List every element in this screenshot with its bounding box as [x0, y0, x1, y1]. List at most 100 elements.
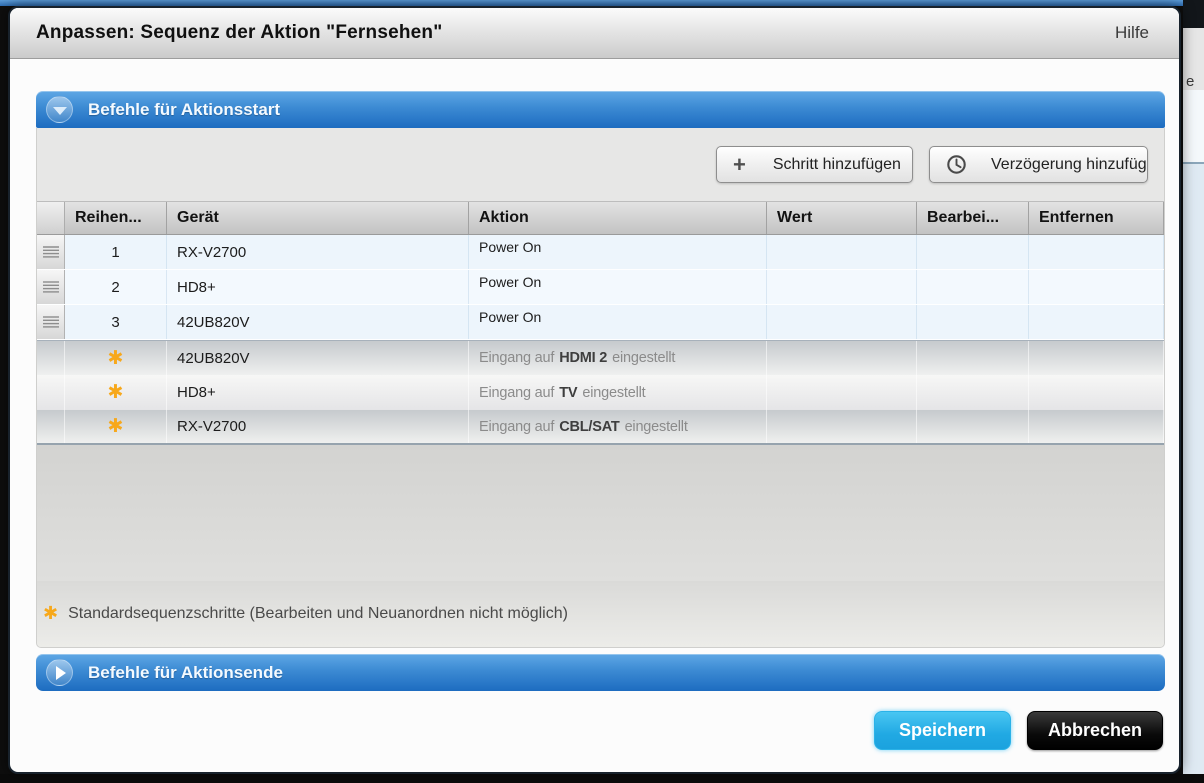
device-cell: 42UB820V [167, 305, 469, 339]
expand-button[interactable] [46, 659, 73, 686]
chevron-down-icon [53, 107, 67, 115]
table-row[interactable]: 1 RX-V2700 Power On [37, 235, 1164, 270]
default-step-star-icon: ✱ [108, 349, 124, 368]
background-page-fragment: e [1183, 0, 1204, 783]
table-row[interactable]: 3 42UB820V Power On [37, 305, 1164, 340]
plus-icon: + [733, 154, 746, 176]
column-header-action: Aktion [469, 202, 767, 234]
action-cell: Power On [469, 270, 767, 304]
remove-cell[interactable] [1029, 270, 1164, 304]
default-step-star-icon: ✱ [108, 383, 124, 402]
dialog-footer: Speichern Abbrechen [36, 711, 1165, 750]
action-cell: Eingang auf TV eingestellt [469, 375, 767, 410]
action-suffix: eingestellt [625, 419, 688, 435]
grip-column-header [37, 202, 65, 234]
sequence-toolbar: + Schritt hinzufügen Verzögerung hinzufü… [37, 128, 1164, 201]
clock-icon [946, 154, 967, 175]
footnote-star-icon: ✱ [43, 605, 58, 623]
dialog-content: Befehle für Aktionsstart + Schritt hinzu… [10, 59, 1179, 772]
action-cell: Eingang auf CBL/SAT eingestellt [469, 410, 767, 443]
action-value: TV [559, 385, 577, 401]
accordion-header-action-end[interactable]: Befehle für Aktionsende [36, 654, 1165, 691]
drag-handle[interactable] [37, 235, 65, 269]
play-right-icon [56, 666, 66, 680]
customize-sequence-dialog: Anpassen: Sequenz der Aktion "Fernsehen"… [8, 6, 1181, 774]
order-cell: ✱ [65, 375, 167, 410]
accordion-header-action-start[interactable]: Befehle für Aktionsstart [36, 91, 1165, 128]
action-prefix: Eingang auf [479, 350, 554, 366]
value-cell [767, 235, 917, 269]
action-cell: Power On [469, 235, 767, 269]
drag-handle[interactable] [37, 305, 65, 339]
grip-cell-empty [37, 375, 65, 410]
device-cell: 42UB820V [167, 341, 469, 375]
cancel-button[interactable]: Abbrechen [1027, 711, 1163, 750]
sequence-table: Reihen... Gerät Aktion Wert Bearbei... E… [37, 201, 1164, 445]
order-cell: ✱ [65, 410, 167, 443]
remove-cell [1029, 375, 1164, 410]
collapse-button[interactable] [46, 96, 73, 123]
device-cell: HD8+ [167, 375, 469, 410]
column-header-order: Reihen... [65, 202, 167, 234]
grip-cell-empty [37, 341, 65, 375]
background-bottom-strip [0, 774, 1204, 783]
value-cell [767, 410, 917, 443]
save-button[interactable]: Speichern [874, 711, 1011, 750]
action-suffix: eingestellt [612, 350, 675, 366]
device-cell: RX-V2700 [167, 410, 469, 443]
table-empty-area [37, 445, 1164, 581]
help-link[interactable]: Hilfe [1115, 23, 1149, 43]
action-prefix: Eingang auf [479, 419, 554, 435]
action-cell: Eingang auf HDMI 2 eingestellt [469, 341, 767, 375]
value-cell [767, 270, 917, 304]
footnote-text: Standardsequenzschritte (Bearbeiten und … [68, 605, 568, 623]
edit-cell [917, 410, 1029, 443]
dialog-titlebar: Anpassen: Sequenz der Aktion "Fernsehen"… [10, 8, 1179, 59]
accordion-title: Befehle für Aktionsstart [88, 100, 280, 120]
sequence-panel: + Schritt hinzufügen Verzögerung hinzufü… [36, 128, 1165, 648]
edit-cell [917, 375, 1029, 410]
default-step-star-icon: ✱ [108, 417, 124, 436]
value-cell [767, 375, 917, 410]
grip-cell-empty [37, 410, 65, 443]
action-cell: Power On [469, 305, 767, 339]
table-row-default-step: ✱ 42UB820V Eingang auf HDMI 2 eingestell… [37, 340, 1164, 375]
action-value: HDMI 2 [559, 350, 607, 366]
value-cell [767, 341, 917, 375]
column-header-edit: Bearbei... [917, 202, 1029, 234]
edit-cell[interactable] [917, 305, 1029, 339]
order-cell: 1 [65, 235, 167, 269]
add-delay-label: Verzögerung hinzufüg [991, 156, 1147, 174]
remove-cell [1029, 410, 1164, 443]
add-step-label: Schritt hinzufügen [773, 156, 901, 174]
order-cell: ✱ [65, 341, 167, 375]
accordion-title: Befehle für Aktionsende [88, 663, 283, 683]
column-header-value: Wert [767, 202, 917, 234]
order-cell: 2 [65, 270, 167, 304]
order-cell: 3 [65, 305, 167, 339]
background-white-segment [1183, 90, 1204, 162]
background-blue-segment [1183, 164, 1204, 783]
background-text: e [1183, 28, 1204, 90]
remove-cell[interactable] [1029, 305, 1164, 339]
edit-cell[interactable] [917, 235, 1029, 269]
add-step-button[interactable]: + Schritt hinzufügen [716, 146, 913, 183]
edit-cell[interactable] [917, 270, 1029, 304]
table-row[interactable]: 2 HD8+ Power On [37, 270, 1164, 305]
add-delay-button[interactable]: Verzögerung hinzufüg [929, 146, 1148, 183]
action-value: CBL/SAT [559, 419, 619, 435]
device-cell: HD8+ [167, 270, 469, 304]
table-row-default-step: ✱ RX-V2700 Eingang auf CBL/SAT eingestel… [37, 410, 1164, 445]
device-cell: RX-V2700 [167, 235, 469, 269]
remove-cell[interactable] [1029, 235, 1164, 269]
column-header-remove: Entfernen [1029, 202, 1164, 234]
background-dark-corner [1183, 0, 1204, 28]
drag-handle[interactable] [37, 270, 65, 304]
page-title: Anpassen: Sequenz der Aktion "Fernsehen" [36, 22, 442, 44]
remove-cell [1029, 341, 1164, 375]
value-cell [767, 305, 917, 339]
table-header-row: Reihen... Gerät Aktion Wert Bearbei... E… [37, 201, 1164, 235]
action-suffix: eingestellt [582, 385, 645, 401]
edit-cell [917, 341, 1029, 375]
column-header-device: Gerät [167, 202, 469, 234]
